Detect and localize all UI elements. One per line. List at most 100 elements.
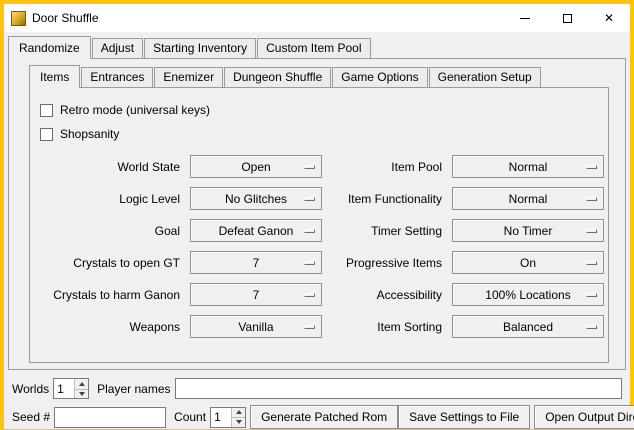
dropdown-indicator-icon — [304, 325, 315, 329]
titlebar[interactable]: Door Shuffle ✕ — [4, 4, 630, 32]
tab-generation-setup[interactable]: Generation Setup — [429, 67, 541, 87]
dropdown-indicator-icon — [304, 229, 315, 233]
progressive-items-label: Progressive Items — [326, 256, 448, 270]
tab-dungeon-shuffle[interactable]: Dungeon Shuffle — [224, 67, 331, 87]
dropdown-indicator-icon — [304, 293, 315, 297]
app-icon — [11, 11, 26, 26]
logic-level-value: No Glitches — [225, 192, 287, 206]
seed-label: Seed # — [12, 410, 50, 424]
dropdown-indicator-icon — [304, 261, 315, 265]
dropdown-indicator-icon — [586, 165, 597, 169]
crystals-ganon-label: Crystals to harm Ganon — [38, 288, 186, 302]
spin-up-icon[interactable] — [232, 408, 245, 418]
item-pool-label: Item Pool — [326, 160, 448, 174]
goal-value: Defeat Ganon — [219, 224, 294, 238]
minimize-icon — [520, 18, 530, 19]
world-state-value: Open — [241, 160, 270, 174]
settings-grid: World State Open Item Pool Normal Logic … — [38, 155, 600, 338]
bottom-controls: Worlds Player names Seed # Count — [8, 370, 626, 429]
worlds-spinner — [53, 378, 89, 399]
shopsanity-row: Shopsanity — [40, 122, 600, 146]
spin-up-icon[interactable] — [75, 379, 88, 389]
count-spinner — [210, 407, 246, 428]
crystals-gt-label: Crystals to open GT — [38, 256, 186, 270]
tab-custom-item-pool[interactable]: Custom Item Pool — [257, 38, 370, 58]
logic-level-dropdown[interactable]: No Glitches — [190, 187, 322, 210]
player-names-input[interactable] — [175, 378, 623, 399]
accessibility-value: 100% Locations — [485, 288, 570, 302]
crystals-ganon-value: 7 — [253, 288, 260, 302]
spin-down-icon[interactable] — [75, 389, 88, 399]
window-title: Door Shuffle — [32, 11, 99, 25]
dropdown-indicator-icon — [586, 229, 597, 233]
tab-items[interactable]: Items — [29, 65, 80, 88]
tab-enemizer[interactable]: Enemizer — [154, 67, 223, 87]
dropdown-indicator-icon — [586, 197, 597, 201]
dropdown-indicator-icon — [586, 261, 597, 265]
item-functionality-label: Item Functionality — [326, 192, 448, 206]
tab-randomize[interactable]: Randomize — [8, 36, 91, 59]
shopsanity-label: Shopsanity — [60, 127, 119, 141]
shopsanity-checkbox[interactable] — [40, 128, 53, 141]
count-input[interactable] — [211, 408, 231, 427]
world-state-dropdown[interactable]: Open — [190, 155, 322, 178]
worlds-input[interactable] — [54, 379, 74, 398]
minimize-button[interactable] — [504, 4, 546, 32]
worlds-label: Worlds — [12, 382, 49, 396]
inner-tab-bar: Items Entrances Enemizer Dungeon Shuffle… — [29, 65, 625, 87]
item-pool-dropdown[interactable]: Normal — [452, 155, 604, 178]
close-icon: ✕ — [604, 11, 614, 25]
count-spin-buttons — [231, 408, 245, 427]
item-sorting-dropdown[interactable]: Balanced — [452, 315, 604, 338]
seed-input[interactable] — [54, 407, 166, 428]
dropdown-indicator-icon — [586, 325, 597, 329]
maximize-icon — [563, 14, 572, 23]
weapons-dropdown[interactable]: Vanilla — [190, 315, 322, 338]
maximize-button[interactable] — [546, 4, 588, 32]
timer-setting-label: Timer Setting — [326, 224, 448, 238]
dropdown-indicator-icon — [304, 165, 315, 169]
crystals-gt-dropdown[interactable]: 7 — [190, 251, 322, 274]
retro-mode-checkbox[interactable] — [40, 104, 53, 117]
crystals-gt-value: 7 — [253, 256, 260, 270]
world-state-label: World State — [38, 160, 186, 174]
retro-mode-label: Retro mode (universal keys) — [60, 103, 210, 117]
logic-level-label: Logic Level — [38, 192, 186, 206]
item-functionality-dropdown[interactable]: Normal — [452, 187, 604, 210]
window-controls: ✕ — [504, 4, 630, 32]
close-button[interactable]: ✕ — [588, 4, 630, 32]
worlds-row: Worlds Player names — [12, 378, 622, 399]
tab-entrances[interactable]: Entrances — [81, 67, 153, 87]
dropdown-indicator-icon — [304, 197, 315, 201]
randomize-pane: Items Entrances Enemizer Dungeon Shuffle… — [8, 58, 626, 370]
tab-game-options[interactable]: Game Options — [332, 67, 427, 87]
item-pool-value: Normal — [509, 160, 548, 174]
timer-setting-value: No Timer — [504, 224, 553, 238]
progressive-items-value: On — [520, 256, 536, 270]
seed-row: Seed # Count Generate Patched Rom Save S… — [12, 405, 622, 429]
weapons-value: Vanilla — [238, 320, 273, 334]
app-window: Door Shuffle ✕ Randomize Adjust Starting… — [0, 0, 634, 430]
tab-adjust[interactable]: Adjust — [92, 38, 143, 58]
progressive-items-dropdown[interactable]: On — [452, 251, 604, 274]
items-pane: Retro mode (universal keys) Shopsanity W… — [29, 87, 609, 363]
dropdown-indicator-icon — [586, 293, 597, 297]
goal-label: Goal — [38, 224, 186, 238]
item-sorting-label: Item Sorting — [326, 320, 448, 334]
worlds-spin-buttons — [74, 379, 88, 398]
item-functionality-value: Normal — [509, 192, 548, 206]
timer-setting-dropdown[interactable]: No Timer — [452, 219, 604, 242]
goal-dropdown[interactable]: Defeat Ganon — [190, 219, 322, 242]
save-settings-button[interactable]: Save Settings to File — [398, 405, 530, 429]
accessibility-label: Accessibility — [326, 288, 448, 302]
crystals-ganon-dropdown[interactable]: 7 — [190, 283, 322, 306]
count-label: Count — [174, 410, 206, 424]
accessibility-dropdown[interactable]: 100% Locations — [452, 283, 604, 306]
tab-starting-inventory[interactable]: Starting Inventory — [144, 38, 256, 58]
open-output-directory-button[interactable]: Open Output Directory — [534, 405, 634, 429]
player-names-label: Player names — [97, 382, 170, 396]
generate-patched-rom-button[interactable]: Generate Patched Rom — [250, 405, 398, 429]
spin-down-icon[interactable] — [232, 417, 245, 427]
weapons-label: Weapons — [38, 320, 186, 334]
retro-mode-row: Retro mode (universal keys) — [40, 98, 600, 122]
